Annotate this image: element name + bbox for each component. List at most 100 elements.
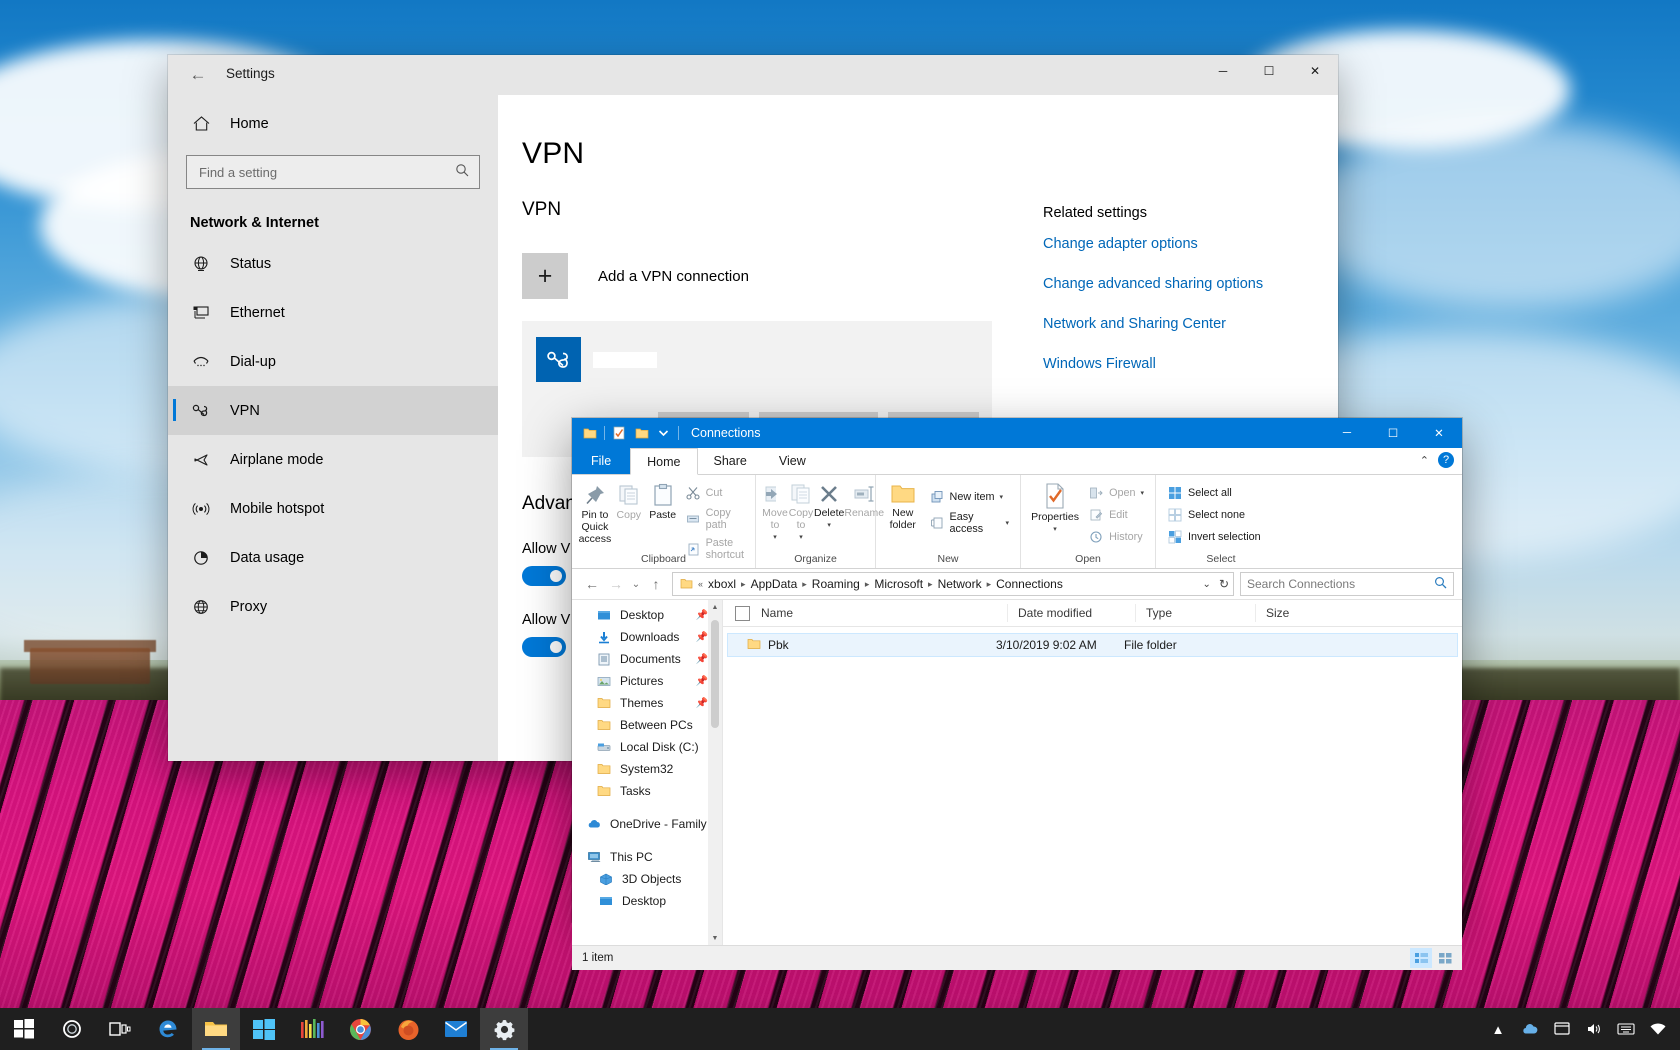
toggle-switch[interactable] — [522, 637, 566, 657]
open-button[interactable]: Open ▾ — [1083, 483, 1149, 503]
copy-path-button[interactable]: Copy path — [680, 505, 749, 533]
new-folder-button[interactable]: New folder — [882, 479, 924, 531]
breadcrumb-item[interactable]: Microsoft — [871, 577, 926, 591]
sidebar-item-proxy[interactable]: Proxy — [168, 582, 498, 631]
keyboard-icon[interactable] — [1610, 1008, 1642, 1050]
chevron-up-icon[interactable]: ▲ — [1482, 1008, 1514, 1050]
invert-selection-button[interactable]: Invert selection — [1162, 527, 1266, 547]
nav-item-local-disk-c[interactable]: Local Disk (C:) — [572, 736, 722, 758]
action-center-icon[interactable] — [1546, 1008, 1578, 1050]
minimize-button[interactable]: ─ — [1200, 55, 1246, 87]
nav-item-downloads[interactable]: Downloads 📌 — [572, 626, 722, 648]
address-dropdown-icon[interactable]: ⌄ — [1203, 579, 1211, 590]
sidebar-item-data-usage[interactable]: Data usage — [168, 533, 498, 582]
sidebar-item-airplane-mode[interactable]: Airplane mode — [168, 435, 498, 484]
breadcrumb-item[interactable]: xboxl — [705, 577, 739, 591]
back-button[interactable]: ← — [580, 572, 604, 596]
settings-search-box[interactable] — [186, 155, 480, 189]
copy-button[interactable]: Copy — [612, 479, 646, 521]
microsoft-store-button[interactable] — [240, 1008, 288, 1050]
pin-icon[interactable]: 📌 — [696, 698, 708, 709]
nav-item-documents[interactable]: Documents 📌 — [572, 648, 722, 670]
column-header-date-modified[interactable]: Date modified — [1008, 604, 1136, 622]
recent-locations-button[interactable]: ⌄ — [628, 572, 644, 596]
table-row[interactable]: Pbk 3/10/2019 9:02 AM File folder — [727, 633, 1458, 657]
sidebar-item-dialup[interactable]: Dial-up — [168, 337, 498, 386]
large-icons-view-icon[interactable] — [1434, 948, 1456, 968]
back-arrow-icon[interactable]: ← — [178, 59, 218, 91]
folder-icon[interactable] — [582, 426, 597, 441]
mozilla-firefox-button[interactable] — [384, 1008, 432, 1050]
file-explorer-button[interactable] — [192, 1008, 240, 1050]
history-button[interactable]: History — [1083, 527, 1149, 547]
breadcrumb-overflow-icon[interactable]: « — [696, 579, 705, 589]
google-chrome-button[interactable] — [336, 1008, 384, 1050]
speaker-icon[interactable] — [1578, 1008, 1610, 1050]
cortana-search-button[interactable] — [48, 1008, 96, 1050]
chevron-down-icon[interactable]: ▾ — [827, 521, 831, 529]
refresh-icon[interactable]: ↻ — [1219, 577, 1229, 591]
nav-item-themes[interactable]: Themes 📌 — [572, 692, 722, 714]
column-header-size[interactable]: Size — [1256, 604, 1336, 622]
pin-icon[interactable]: 📌 — [696, 654, 708, 665]
select-all-checkbox[interactable] — [735, 605, 750, 621]
minimize-button[interactable]: ─ — [1324, 418, 1370, 448]
start-button[interactable] — [0, 1008, 48, 1050]
pin-to-quick-access-button[interactable]: Pin to Quick access — [578, 479, 612, 545]
nav-item-desktop-2[interactable]: Desktop — [572, 890, 722, 912]
sidebar-item-ethernet[interactable]: Ethernet — [168, 288, 498, 337]
close-button[interactable]: ✕ — [1292, 55, 1338, 87]
delete-button[interactable]: Delete ▾ — [814, 479, 844, 529]
search-input[interactable]: Search Connections — [1240, 572, 1454, 596]
collapse-ribbon-icon[interactable]: ⌃ — [1420, 454, 1429, 467]
nav-item-this-pc[interactable]: This PC — [572, 846, 722, 868]
nav-item-3d-objects[interactable]: 3D Objects — [572, 868, 722, 890]
select-all-button[interactable]: Select all — [1162, 483, 1266, 503]
breadcrumb-item[interactable]: Connections — [993, 577, 1066, 591]
column-header-type[interactable]: Type — [1136, 604, 1256, 622]
scrollbar-thumb[interactable] — [711, 620, 719, 728]
search-input[interactable] — [187, 163, 441, 181]
chevron-down-icon[interactable]: ▾ — [1053, 525, 1057, 533]
properties-icon[interactable] — [612, 426, 627, 441]
link-change-advanced-sharing-options[interactable]: Change advanced sharing options — [1043, 276, 1343, 292]
new-folder-icon[interactable] — [634, 426, 649, 441]
breadcrumb-item[interactable]: Network — [935, 577, 985, 591]
sidebar-item-mobile-hotspot[interactable]: Mobile hotspot — [168, 484, 498, 533]
nav-item-tasks[interactable]: Tasks — [572, 780, 722, 802]
chevron-down-icon[interactable]: ▾ — [1140, 489, 1144, 497]
easy-access-button[interactable]: Easy access ▾ — [924, 509, 1014, 537]
mail-app-button[interactable] — [432, 1008, 480, 1050]
link-network-and-sharing-center[interactable]: Network and Sharing Center — [1043, 316, 1343, 332]
breadcrumb-item[interactable]: Roaming — [809, 577, 863, 591]
nav-item-onedrive[interactable]: OneDrive - Family — [572, 813, 722, 835]
pin-icon[interactable]: 📌 — [696, 632, 708, 643]
scroll-up-icon[interactable]: ▲ — [708, 600, 722, 614]
settings-app-button[interactable] — [480, 1008, 528, 1050]
forward-button[interactable]: → — [604, 572, 628, 596]
nav-item-pictures[interactable]: Pictures 📌 — [572, 670, 722, 692]
cut-button[interactable]: Cut — [680, 483, 749, 503]
select-none-button[interactable]: Select none — [1162, 505, 1266, 525]
nav-pane-scrollbar[interactable]: ▲ ▼ — [708, 600, 722, 945]
new-item-button[interactable]: New item ▾ — [924, 487, 1014, 507]
breadcrumb[interactable]: « xboxl ▸ AppData ▸ Roaming ▸ Microsoft … — [672, 572, 1234, 596]
nav-item-between-pcs[interactable]: Between PCs — [572, 714, 722, 736]
close-button[interactable]: ✕ — [1416, 418, 1462, 448]
sidebar-item-status[interactable]: Status — [168, 239, 498, 288]
properties-button[interactable]: Properties ▾ — [1027, 479, 1083, 533]
sidebar-item-home[interactable]: Home — [168, 105, 498, 142]
tab-home[interactable]: Home — [630, 448, 698, 475]
edit-button[interactable]: Edit — [1083, 505, 1149, 525]
network-icon[interactable] — [1642, 1008, 1674, 1050]
tab-share[interactable]: Share — [698, 448, 763, 474]
scroll-down-icon[interactable]: ▼ — [708, 931, 722, 945]
chevron-down-icon[interactable] — [656, 426, 671, 441]
link-change-adapter-options[interactable]: Change adapter options — [1043, 236, 1343, 252]
details-view-icon[interactable] — [1410, 948, 1432, 968]
onedrive-cloud-icon[interactable] — [1514, 1008, 1546, 1050]
help-icon[interactable]: ? — [1438, 452, 1454, 468]
pin-icon[interactable]: 📌 — [696, 676, 708, 687]
tab-view[interactable]: View — [763, 448, 822, 474]
pin-icon[interactable]: 📌 — [696, 610, 708, 621]
